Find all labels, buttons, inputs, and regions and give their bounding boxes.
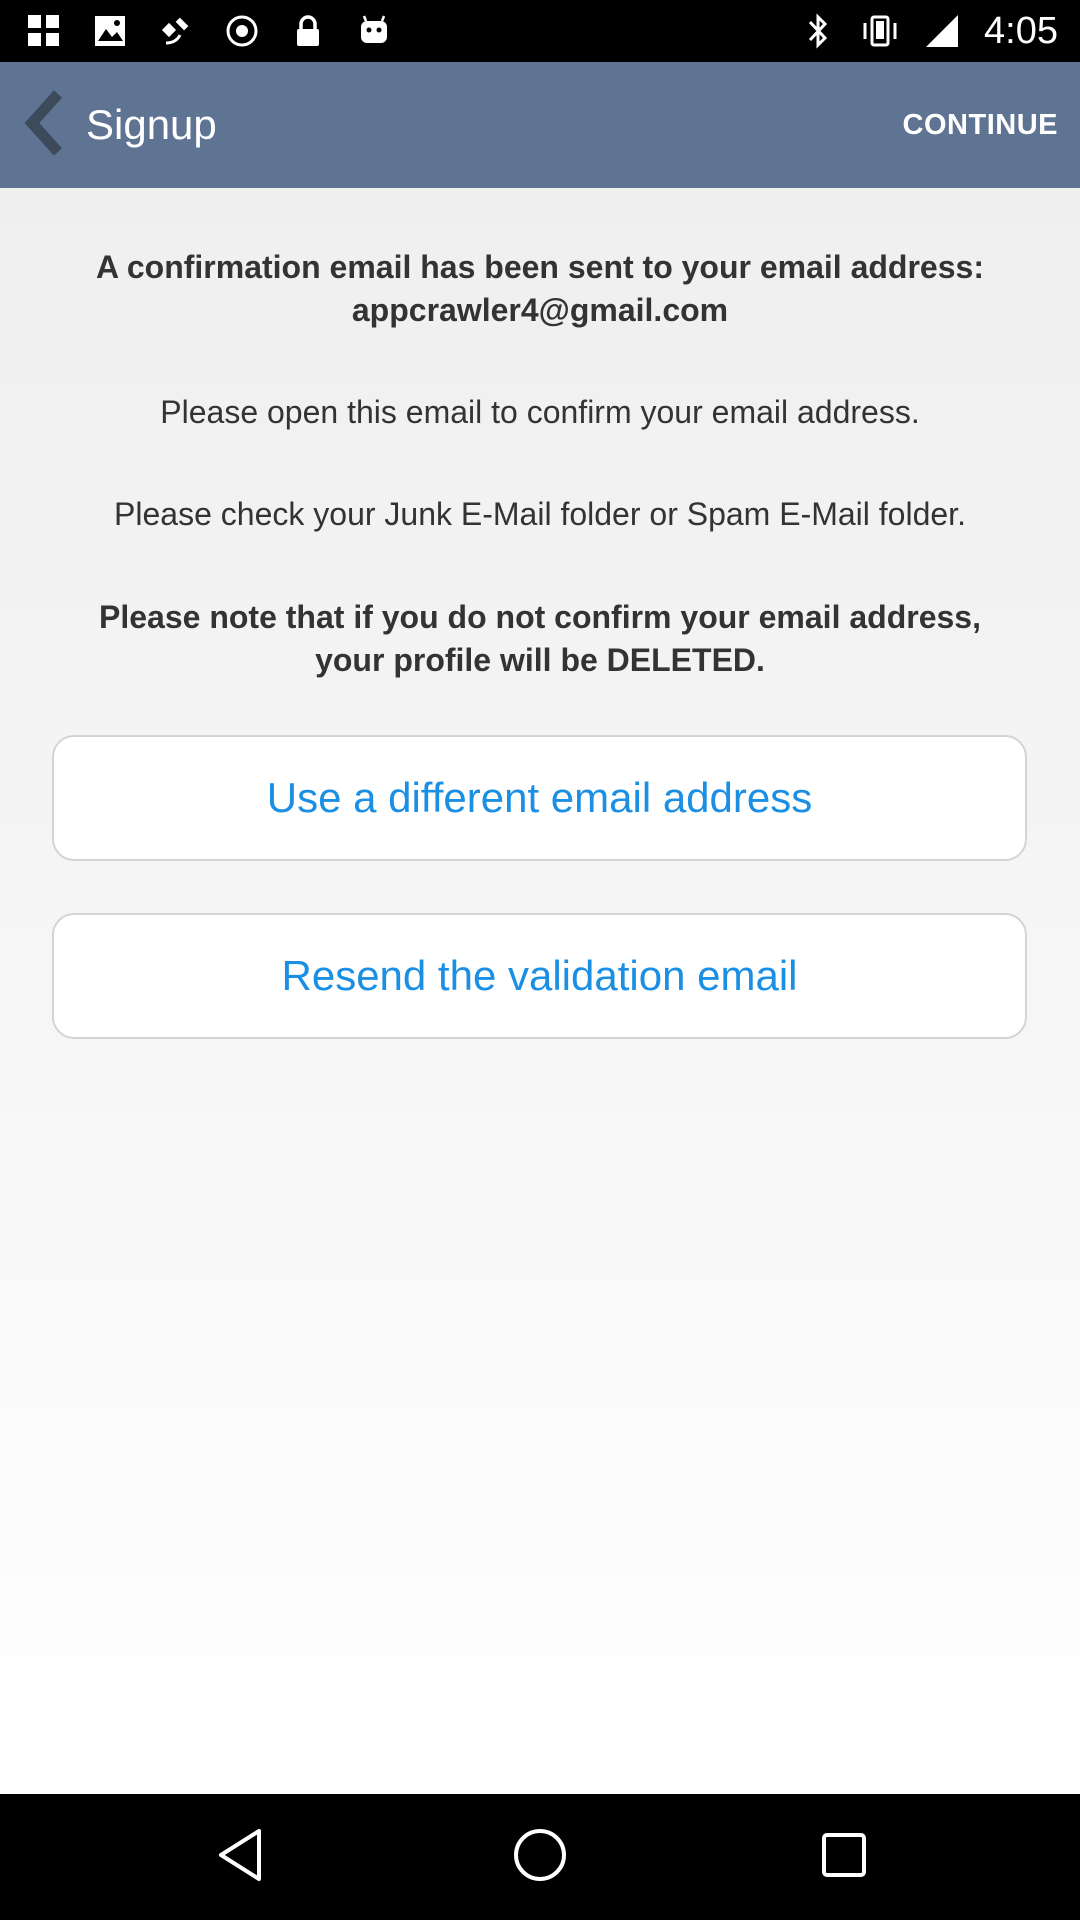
status-bar: 4:05	[0, 0, 1080, 62]
back-button[interactable]	[14, 88, 74, 162]
deletion-warning-line1: Please note that if you do not confirm y…	[99, 599, 981, 635]
status-system: 4:05	[798, 10, 1058, 52]
app-bar: Signup CONTINUE	[0, 62, 1080, 188]
confirmation-message: A confirmation email has been sent to yo…	[40, 246, 1040, 332]
resend-validation-email-button[interactable]: Resend the validation email	[52, 913, 1027, 1039]
deletion-warning-line2: your profile will be DELETED.	[315, 642, 765, 678]
signup-confirmation-panel: A confirmation email has been sent to yo…	[0, 188, 1080, 1794]
chevron-left-icon	[22, 89, 66, 161]
check-junk-message: Please check your Junk E-Mail folder or …	[114, 496, 966, 532]
open-email-message: Please open this email to confirm your e…	[160, 394, 920, 430]
back-icon	[211, 1825, 271, 1890]
nav-recents-button[interactable]	[808, 1821, 880, 1893]
page-title: Signup	[86, 101, 217, 148]
continue-button[interactable]: CONTINUE	[903, 62, 1058, 188]
status-notifications	[24, 10, 394, 52]
signal-icon	[922, 11, 962, 51]
photos-icon	[90, 11, 130, 51]
notification-icon	[24, 11, 64, 51]
status-time: 4:05	[984, 9, 1058, 52]
vibrate-icon	[860, 11, 900, 51]
lock-icon	[288, 11, 328, 51]
deletion-warning: Please note that if you do not confirm y…	[40, 596, 1040, 682]
sync-icon	[222, 11, 262, 51]
use-different-email-button[interactable]: Use a different email address	[52, 735, 1027, 861]
confirmation-email: appcrawler4@gmail.com	[351, 292, 729, 328]
nav-back-button[interactable]	[205, 1821, 277, 1893]
recents-icon	[816, 1827, 872, 1888]
bluetooth-icon	[798, 11, 838, 51]
android-icon	[354, 11, 394, 51]
navigation-bar	[0, 1794, 1080, 1920]
satellite-icon	[156, 11, 196, 51]
nav-home-button[interactable]	[504, 1821, 576, 1893]
home-icon	[510, 1825, 570, 1890]
confirmation-text: A confirmation email has been sent to yo…	[96, 249, 984, 285]
